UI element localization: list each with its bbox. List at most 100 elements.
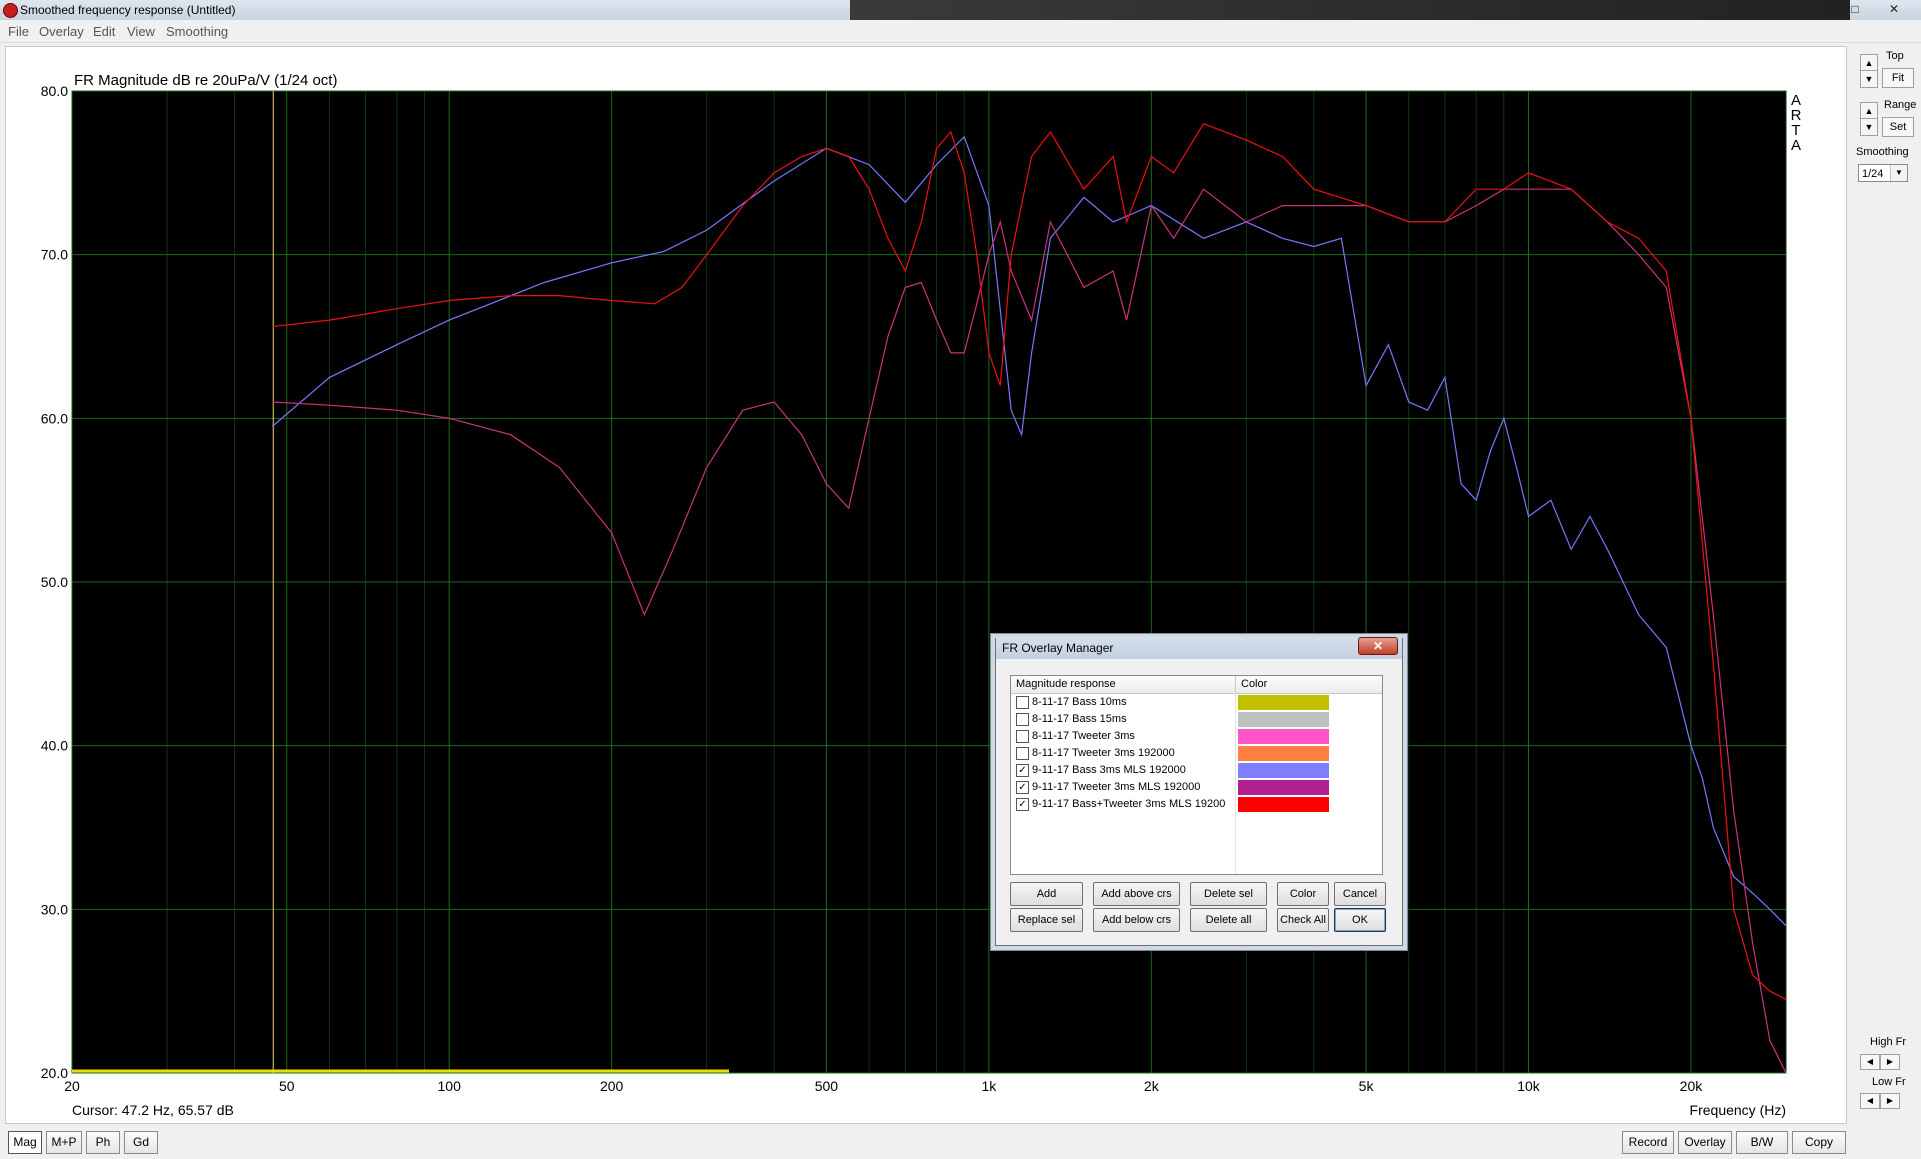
overlay-color-swatch[interactable] <box>1238 746 1329 761</box>
list-item[interactable]: ✓ 9-11-17 Bass+Tweeter 3ms MLS 19200 <box>1011 796 1382 813</box>
frequency-response-chart[interactable]: 20 50 100 200 500 1k 2k 5k 10k 20k20.030.040.050.… <box>6 47 1846 1123</box>
list-item[interactable]: 8-11-17 Bass 10ms <box>1011 694 1382 711</box>
right-sidebar: ▲ ▼ Top Fit ▲ ▼ Range Set Smoothing 1/24… <box>1850 46 1921 1126</box>
menu-edit[interactable]: Edit <box>93 24 115 39</box>
menu-file[interactable]: File <box>8 24 29 39</box>
list-item[interactable]: ✓ 9-11-17 Bass 3ms MLS 192000 <box>1011 762 1382 779</box>
high-fr-left-arrow-icon[interactable]: ◀ <box>1860 1054 1880 1070</box>
minimize-button[interactable]: – <box>1818 2 1842 17</box>
x-tick-label: 50 <box>279 1078 295 1094</box>
low-fr-right-arrow-icon[interactable]: ▶ <box>1880 1093 1900 1109</box>
color-button[interactable]: Color <box>1277 882 1329 906</box>
overlay-name: 9-11-17 Bass+Tweeter 3ms MLS 19200 <box>1032 798 1226 810</box>
overlay-button[interactable]: Overlay <box>1678 1131 1732 1154</box>
x-tick-label: 2k <box>1144 1078 1160 1094</box>
background-window-strip <box>850 0 1850 20</box>
smoothing-label: Smoothing <box>1856 146 1909 158</box>
overlay-checkbox[interactable] <box>1016 696 1029 709</box>
overlay-list[interactable]: Magnitude response Color 8-11-17 Bass 10… <box>1010 675 1383 875</box>
overlay-color-swatch[interactable] <box>1238 797 1329 812</box>
overlay-name: 8-11-17 Tweeter 3ms 192000 <box>1032 747 1175 759</box>
high-fr-label: High Fr <box>1870 1036 1907 1048</box>
top-label: Top <box>1886 50 1904 62</box>
overlay-checkbox[interactable] <box>1016 713 1029 726</box>
overlay-color-swatch[interactable] <box>1238 780 1329 795</box>
x-tick-label: 10k <box>1517 1078 1541 1094</box>
smoothing-value: 1/24 <box>1862 168 1884 180</box>
overlay-color-swatch[interactable] <box>1238 695 1329 710</box>
overlay-checkbox[interactable]: ✓ <box>1016 764 1029 777</box>
column-divider <box>1235 676 1236 693</box>
window-title: Smoothed frequency response (Untitled) <box>20 3 236 17</box>
add-button[interactable]: Add <box>1010 882 1083 906</box>
column-magnitude-response[interactable]: Magnitude response <box>1016 678 1116 690</box>
smoothing-select[interactable]: 1/24 ▼ <box>1858 164 1908 182</box>
top-down-spin-icon[interactable]: ▼ <box>1860 70 1878 88</box>
dialog-close-button[interactable]: ✕ <box>1358 637 1398 655</box>
overlay-checkbox[interactable] <box>1016 730 1029 743</box>
list-item[interactable]: 8-11-17 Tweeter 3ms 192000 <box>1011 745 1382 762</box>
plot-panel: 20 50 100 200 500 1k 2k 5k 10k 20k 20.0 30.0 40.0 50.… <box>5 46 1847 1124</box>
menu-smoothing[interactable]: Smoothing <box>166 24 228 39</box>
menu-overlay[interactable]: Overlay <box>39 24 84 39</box>
dialog-title: FR Overlay Manager <box>1002 641 1114 655</box>
x-tick-label: 200 <box>600 1078 624 1094</box>
cursor-readout: Cursor: 47.2 Hz, 65.57 dB <box>72 1102 234 1118</box>
replace-sel-button[interactable]: Replace sel <box>1010 908 1083 932</box>
arta-watermark-letter: A <box>1791 137 1801 154</box>
overlay-name: 9-11-17 Bass 3ms MLS 192000 <box>1032 764 1186 776</box>
column-color[interactable]: Color <box>1241 678 1267 690</box>
ok-button[interactable]: OK <box>1334 908 1386 932</box>
phase-button[interactable]: Ph <box>86 1131 120 1154</box>
overlay-checkbox[interactable]: ✓ <box>1016 781 1029 794</box>
overlay-color-swatch[interactable] <box>1238 712 1329 727</box>
record-button[interactable]: Record <box>1622 1131 1674 1154</box>
overlay-checkbox[interactable]: ✓ <box>1016 798 1029 811</box>
y-tick-label: 60.0 <box>41 410 68 426</box>
x-tick-label: 100 <box>438 1078 462 1094</box>
x-tick-label: 500 <box>815 1078 839 1094</box>
mag-phase-button[interactable]: M+P <box>46 1131 82 1154</box>
close-window-button[interactable]: ✕ <box>1882 2 1906 17</box>
low-fr-label: Low Fr <box>1872 1076 1906 1088</box>
list-item[interactable]: ✓ 9-11-17 Tweeter 3ms MLS 192000 <box>1011 779 1382 796</box>
high-fr-right-arrow-icon[interactable]: ▶ <box>1880 1054 1900 1070</box>
low-fr-left-arrow-icon[interactable]: ◀ <box>1860 1093 1880 1109</box>
list-item[interactable]: 8-11-17 Tweeter 3ms <box>1011 728 1382 745</box>
x-tick-label: 1k <box>981 1078 997 1094</box>
y-tick-label: 20.0 <box>41 1065 68 1081</box>
group-delay-button[interactable]: Gd <box>124 1131 158 1154</box>
add-below-crs-button[interactable]: Add below crs <box>1093 908 1180 932</box>
bw-button[interactable]: B/W <box>1736 1131 1788 1154</box>
range-down-spin-icon[interactable]: ▼ <box>1860 118 1878 136</box>
y-tick-label: 70.0 <box>41 247 68 263</box>
delete-sel-button[interactable]: Delete sel <box>1190 882 1267 906</box>
mag-button[interactable]: Mag <box>8 1131 42 1154</box>
fit-button[interactable]: Fit <box>1882 68 1914 88</box>
dialog-titlebar: FR Overlay Manager ✕ <box>996 637 1402 659</box>
cancel-button[interactable]: Cancel <box>1334 882 1386 906</box>
check-all-button[interactable]: Check All <box>1277 908 1329 932</box>
overlay-name: 8-11-17 Bass 15ms <box>1032 713 1127 725</box>
list-header: Magnitude response Color <box>1011 676 1382 694</box>
x-tick-label: 20k <box>1680 1078 1704 1094</box>
overlay-color-swatch[interactable] <box>1238 729 1329 744</box>
y-tick-label: 80.0 <box>41 83 68 99</box>
overlay-color-swatch[interactable] <box>1238 763 1329 778</box>
overlay-name: 8-11-17 Bass 10ms <box>1032 696 1127 708</box>
chevron-down-icon[interactable]: ▼ <box>1890 165 1907 181</box>
set-button[interactable]: Set <box>1882 117 1914 137</box>
bottom-toolbar: Mag M+P Ph Gd Record Overlay B/W Copy <box>0 1128 1921 1159</box>
overlay-manager-dialog: FR Overlay Manager ✕ Magnitude response … <box>995 637 1403 946</box>
y-tick-label: 50.0 <box>41 574 68 590</box>
add-above-crs-button[interactable]: Add above crs <box>1093 882 1180 906</box>
menu-view[interactable]: View <box>127 24 155 39</box>
y-tick-label: 40.0 <box>41 738 68 754</box>
copy-button[interactable]: Copy <box>1792 1131 1846 1154</box>
delete-all-button[interactable]: Delete all <box>1190 908 1267 932</box>
list-item[interactable]: 8-11-17 Bass 15ms <box>1011 711 1382 728</box>
y-tick-label: 30.0 <box>41 901 68 917</box>
maximize-button[interactable]: □ <box>1843 2 1867 17</box>
app-icon <box>3 3 18 18</box>
overlay-checkbox[interactable] <box>1016 747 1029 760</box>
